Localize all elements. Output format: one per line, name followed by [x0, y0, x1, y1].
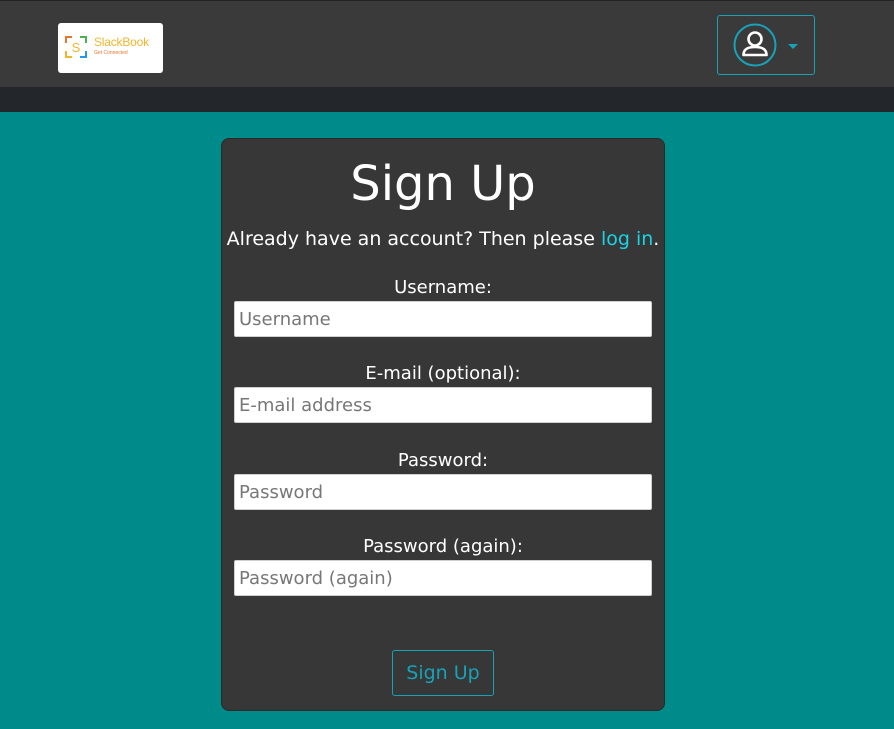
login-link[interactable]: log in [601, 228, 653, 250]
password-again-input[interactable] [234, 560, 652, 596]
signup-card: Sign Up Already have an account? Then pl… [221, 138, 665, 711]
user-circle-icon [733, 23, 777, 67]
username-label: Username: [394, 277, 492, 298]
user-menu-button[interactable] [717, 15, 815, 75]
login-prompt-text: Already have an account? Then please [226, 228, 601, 250]
password-again-label: Password (again): [363, 536, 523, 557]
caret-down-icon [788, 44, 798, 49]
login-prompt-end: . [653, 228, 660, 250]
secondary-navbar [0, 87, 894, 112]
brand-logo[interactable]: S SlackBook Get Connected [58, 23, 163, 73]
login-prompt: Already have an account? Then please log… [222, 227, 664, 251]
page-title: Sign Up [350, 156, 536, 212]
brand-tagline: Get Connected [94, 50, 128, 56]
slackbook-logo-icon: S [65, 36, 87, 58]
password-label: Password: [397, 450, 489, 471]
email-label: E-mail (optional): [365, 363, 521, 384]
password-input[interactable] [234, 474, 652, 510]
navbar: S SlackBook Get Connected [0, 0, 894, 87]
logo-letter: S [72, 40, 81, 55]
brand-name: SlackBook [94, 35, 149, 49]
username-input[interactable] [234, 301, 652, 337]
sign-up-button[interactable]: Sign Up [392, 650, 494, 696]
email-input[interactable] [234, 387, 652, 423]
